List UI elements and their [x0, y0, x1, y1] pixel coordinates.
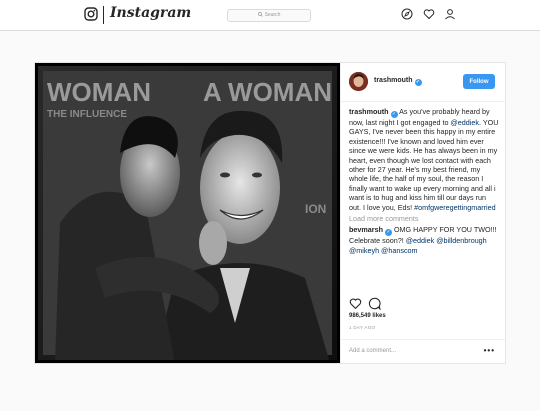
top-navigation-bar: Instagram Search — [0, 0, 540, 31]
comment: bevmarsh ✓ OMG HAPPY FOR YOU TWO!!! Celeb… — [349, 225, 499, 255]
post-sidebar: trashmouth ✓ Follow trashmouth ✓ As you've… — [340, 63, 505, 363]
more-options-icon[interactable]: ••• — [484, 346, 495, 355]
post-timestamp[interactable]: 1 DAY AGO — [349, 325, 375, 330]
hashtag-link[interactable]: #omfgweregettingmarried — [414, 203, 496, 212]
avatar[interactable] — [349, 72, 368, 91]
verified-badge-icon: ✓ — [384, 229, 392, 237]
backdrop-text: THE INFLUENCE — [47, 109, 127, 120]
likes-count[interactable]: 986,549 likes — [349, 313, 386, 319]
post-photo-image: WOMAN THE INFLUENCE A WOMAN ION — [35, 63, 340, 363]
post-actions — [349, 297, 499, 311]
load-more-comments-button[interactable]: Load more comments — [349, 214, 499, 223]
search-input[interactable]: Search — [227, 9, 311, 22]
follow-button[interactable]: Follow — [463, 74, 495, 89]
heart-icon[interactable] — [423, 8, 435, 20]
post-card: WOMAN THE INFLUENCE A WOMAN ION trashmou… — [34, 62, 506, 364]
verified-badge-icon: ✓ — [414, 79, 422, 86]
backdrop-text: ION — [305, 202, 326, 216]
post-photo[interactable]: WOMAN THE INFLUENCE A WOMAN ION — [35, 63, 340, 363]
comment-bubble-icon[interactable] — [368, 297, 381, 310]
like-heart-icon[interactable] — [349, 297, 362, 310]
avatar-image — [349, 72, 368, 91]
instagram-wordmark[interactable]: Instagram — [110, 5, 191, 21]
caption-username[interactable]: trashmouth — [349, 107, 389, 116]
instagram-glyph-icon[interactable] — [84, 7, 98, 21]
verified-badge-icon: ✓ — [390, 111, 398, 118]
post-author[interactable]: trashmouth ✓ — [374, 77, 422, 86]
comment-username[interactable]: bevmarsh — [349, 225, 383, 234]
caption: trashmouth ✓ As you've probably heard by … — [349, 107, 499, 212]
person-icon[interactable] — [444, 8, 456, 20]
search-placeholder: Search — [264, 12, 281, 18]
backdrop-text: WOMAN — [47, 77, 151, 107]
compass-icon[interactable] — [401, 8, 413, 20]
add-comment-input[interactable]: Add a comment... — [349, 348, 396, 354]
mention-link[interactable]: @eddiek — [451, 118, 479, 127]
comments-section: trashmouth ✓ As you've probably heard by … — [349, 107, 499, 255]
caption-text: . YOU GAYS, I've never been this happy i… — [349, 118, 499, 212]
search-icon — [257, 12, 263, 17]
post-header: trashmouth ✓ Follow — [341, 63, 505, 102]
add-comment-bar: Add a comment... ••• — [341, 339, 505, 364]
backdrop-text: A WOMAN — [203, 77, 332, 107]
post-author-username[interactable]: trashmouth — [374, 77, 413, 84]
logo-divider — [103, 6, 104, 24]
